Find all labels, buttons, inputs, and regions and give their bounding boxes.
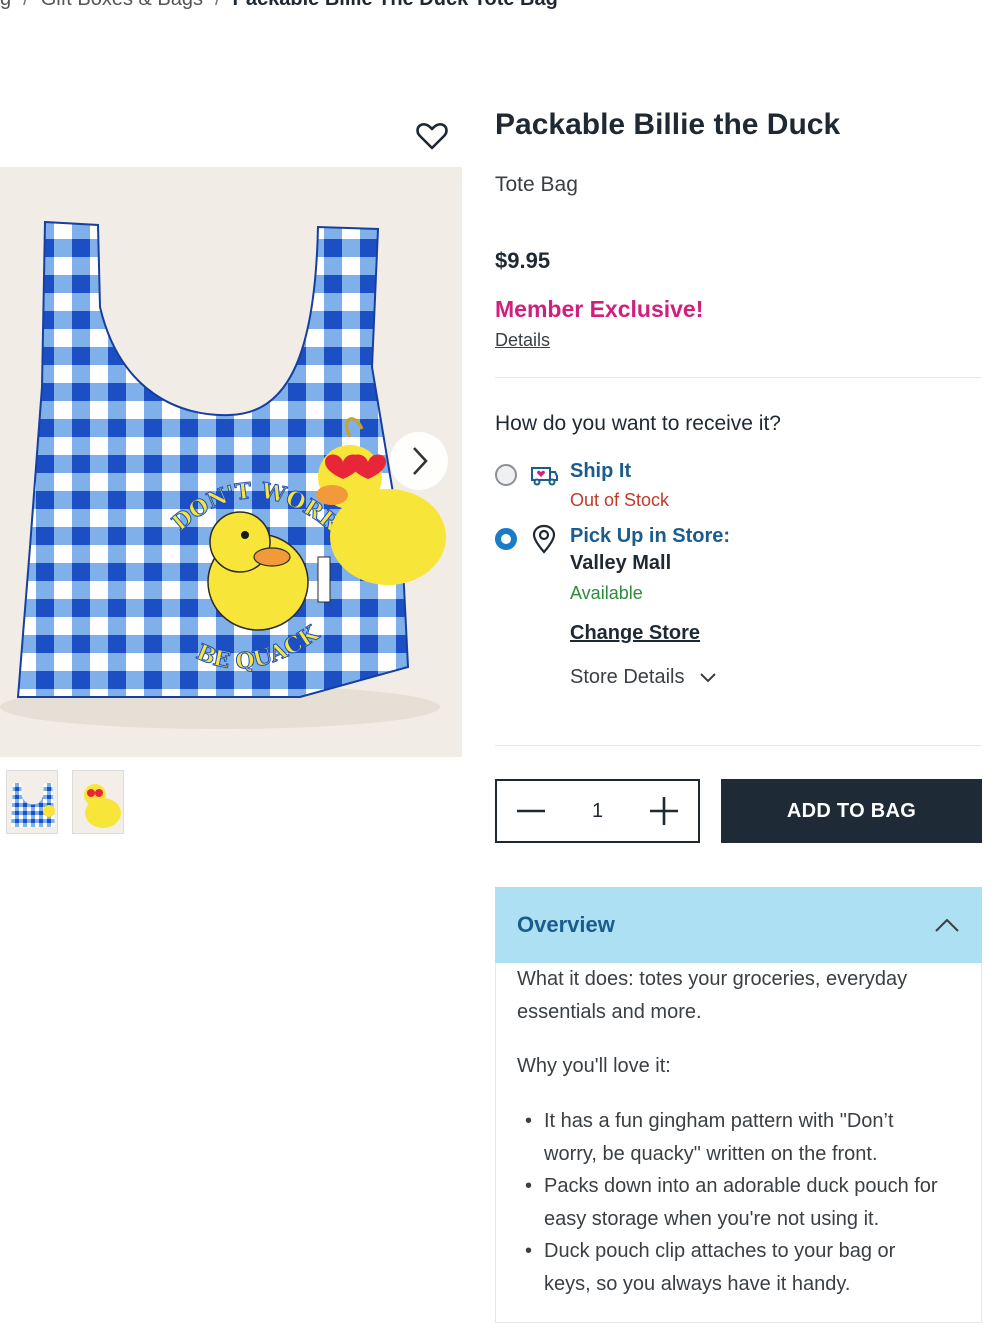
store-details-label: Store Details — [570, 666, 685, 688]
breadcrumb-item-gift-boxes[interactable]: Gift Boxes & Bags — [41, 0, 203, 10]
overview-why-label: Why you'll love it: — [517, 1055, 671, 1077]
overview-accordion-header[interactable]: Overview — [495, 887, 982, 963]
plus-icon — [650, 797, 678, 825]
overview-bullets: It has a fun gingham pattern with "Don’t… — [517, 1105, 947, 1300]
breadcrumb: g/Gift Boxes & Bags/Packable Billie The … — [0, 0, 558, 11]
change-store-link[interactable]: Change Store — [570, 622, 700, 645]
product-price: $9.95 — [495, 248, 551, 273]
divider — [495, 377, 982, 378]
list-item: It has a fun gingham pattern with "Don’t… — [517, 1105, 947, 1170]
chevron-up-icon — [935, 918, 959, 932]
truck-heart-icon — [529, 460, 559, 490]
map-pin-icon — [529, 524, 559, 554]
breadcrumb-current: Packable Billie The Duck Tote Bag — [233, 0, 558, 10]
overview-what-it-does: What it does: totes your groceries, ever… — [517, 968, 908, 1023]
product-title: Packable Billie the Duck — [495, 108, 841, 141]
ship-it-status: Out of Stock — [570, 490, 670, 510]
member-exclusive-badge: Member Exclusive! — [495, 296, 704, 322]
chevron-right-icon — [413, 447, 428, 475]
increase-quantity-button[interactable] — [648, 795, 680, 827]
wishlist-heart-icon[interactable] — [414, 118, 450, 154]
chevron-down-icon — [699, 672, 716, 682]
overview-title: Overview — [517, 912, 615, 937]
next-image-button[interactable] — [390, 432, 448, 490]
decrease-quantity-button[interactable] — [515, 795, 547, 827]
add-to-bag-button[interactable]: ADD TO BAG — [721, 779, 982, 843]
quantity-value[interactable]: 1 — [592, 800, 603, 823]
divider — [495, 745, 982, 746]
product-subtitle: Tote Bag — [495, 173, 578, 196]
thumbnail-bag[interactable] — [6, 770, 58, 834]
pick-up-radio[interactable] — [495, 528, 517, 550]
store-name: Valley Mall — [570, 552, 672, 574]
ship-it-label[interactable]: Ship It — [570, 460, 631, 483]
minus-icon — [517, 809, 545, 813]
thumbnail-pouch[interactable] — [72, 770, 124, 834]
pick-up-label[interactable]: Pick Up in Store: — [570, 525, 730, 548]
quantity-stepper: 1 — [495, 779, 700, 843]
list-item: Duck pouch clip attaches to your bag or … — [517, 1235, 947, 1300]
ship-it-radio[interactable] — [495, 464, 517, 486]
list-item: Packs down into an adorable duck pouch f… — [517, 1170, 947, 1235]
breadcrumb-item-prev[interactable]: g — [0, 0, 11, 10]
overview-content: What it does: totes your groceries, ever… — [495, 963, 982, 1323]
member-details-link[interactable]: Details — [495, 330, 550, 351]
receive-question: How do you want to receive it? — [495, 412, 781, 435]
pick-up-status: Available — [570, 583, 643, 603]
store-details-toggle[interactable]: Store Details — [570, 666, 717, 689]
